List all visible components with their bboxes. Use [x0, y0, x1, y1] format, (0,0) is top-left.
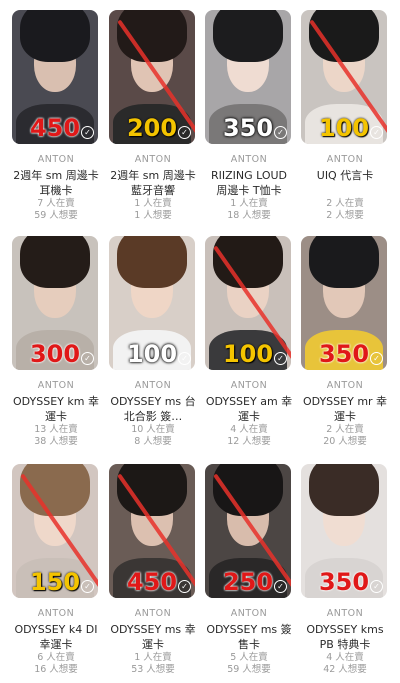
card-title[interactable]: ODYSSEY k4 DI 幸運卡 [12, 622, 100, 652]
for-sale-count: 6 人在賣 [37, 652, 75, 663]
photocard-image[interactable]: 350 ✓ [301, 236, 387, 370]
card-title[interactable]: RIIZING LOUD 周邊卡 T恤卡 [205, 168, 293, 198]
check-circle-icon[interactable]: ✓ [81, 352, 94, 365]
photocard-image[interactable]: 150 ✓ [12, 464, 98, 598]
card-title[interactable]: ODYSSEY ms 幸運卡 [109, 622, 197, 652]
for-sale-count: 13 人在賣 [34, 424, 78, 435]
artist-name: ANTON [326, 380, 364, 391]
check-circle-icon[interactable]: ✓ [370, 580, 383, 593]
wanted-count: 38 人想要 [34, 436, 78, 447]
card-title[interactable]: ODYSSEY ms 台北合影 簽… [109, 394, 197, 424]
photocard-image[interactable]: 100 ✓ [301, 10, 387, 144]
artist-name: ANTON [37, 154, 75, 165]
photocard-item[interactable]: 350 ✓ ANTON ODYSSEY kms PB 特典卡 4 人在賣 42 … [301, 464, 389, 676]
photocard-item[interactable]: 250 ✓ ANTON ODYSSEY ms 簽售卡 5 人在賣 59 人想要 [205, 464, 293, 676]
for-sale-count: 2 人在賣 [326, 424, 364, 435]
artist-name: ANTON [37, 380, 75, 391]
card-title[interactable]: ODYSSEY ms 簽售卡 [205, 622, 293, 652]
check-circle-icon[interactable]: ✓ [274, 352, 287, 365]
artist-name: ANTON [326, 154, 364, 165]
artist-name: ANTON [230, 608, 268, 619]
check-circle-icon[interactable]: ✓ [370, 352, 383, 365]
card-title[interactable]: UIQ 代言卡 [301, 168, 389, 198]
for-sale-count: 1 人在賣 [134, 652, 172, 663]
photocard-item[interactable]: 300 ✓ ANTON ODYSSEY km 幸運卡 13 人在賣 38 人想要 [12, 236, 100, 448]
card-title[interactable]: ODYSSEY km 幸運卡 [12, 394, 100, 424]
card-title[interactable]: 2週年 sm 周邊卡 藍牙音響 [109, 168, 197, 198]
check-circle-icon[interactable]: ✓ [370, 126, 383, 139]
photocard-item[interactable]: 200 ✓ ANTON 2週年 sm 周邊卡 藍牙音響 1 人在賣 1 人想要 [109, 10, 197, 222]
wanted-count: 2 人想要 [326, 210, 364, 221]
photocard-grid: 450 ✓ ANTON 2週年 sm 周邊卡 耳機卡 7 人在賣 59 人想要 … [0, 0, 400, 683]
check-circle-icon[interactable]: ✓ [178, 352, 191, 365]
for-sale-count: 4 人在賣 [326, 652, 364, 663]
photocard-image[interactable]: 350 ✓ [301, 464, 387, 598]
check-circle-icon[interactable]: ✓ [81, 126, 94, 139]
artist-name: ANTON [230, 154, 268, 165]
check-circle-icon[interactable]: ✓ [178, 126, 191, 139]
photocard-item[interactable]: 450 ✓ ANTON ODYSSEY ms 幸運卡 1 人在賣 53 人想要 [109, 464, 197, 676]
card-title[interactable]: ODYSSEY mr 幸運卡 [301, 394, 389, 424]
card-title[interactable]: ODYSSEY kms PB 特典卡 [301, 622, 389, 652]
photocard-image[interactable]: 250 ✓ [205, 464, 291, 598]
wanted-count: 8 人想要 [134, 436, 172, 447]
for-sale-count: 4 人在賣 [230, 424, 268, 435]
photocard-item[interactable]: 100 ✓ ANTON ODYSSEY ms 台北合影 簽… 10 人在賣 8 … [109, 236, 197, 448]
wanted-count: 20 人想要 [323, 436, 367, 447]
card-title[interactable]: 2週年 sm 周邊卡 耳機卡 [12, 168, 100, 198]
check-circle-icon[interactable]: ✓ [81, 580, 94, 593]
for-sale-count: 2 人在賣 [326, 198, 364, 209]
photocard-image[interactable]: 300 ✓ [12, 236, 98, 370]
photocard-image[interactable]: 450 ✓ [109, 464, 195, 598]
photocard-image[interactable]: 100 ✓ [205, 236, 291, 370]
for-sale-count: 10 人在賣 [131, 424, 175, 435]
artist-name: ANTON [134, 154, 172, 165]
artist-name: ANTON [326, 608, 364, 619]
for-sale-count: 1 人在賣 [134, 198, 172, 209]
photocard-image[interactable]: 350 ✓ [205, 10, 291, 144]
wanted-count: 53 人想要 [131, 664, 175, 675]
card-title[interactable]: ODYSSEY am 幸運卡 [205, 394, 293, 424]
artist-name: ANTON [134, 608, 172, 619]
wanted-count: 12 人想要 [227, 436, 271, 447]
wanted-count: 1 人想要 [134, 210, 172, 221]
wanted-count: 42 人想要 [323, 664, 367, 675]
wanted-count: 18 人想要 [227, 210, 271, 221]
for-sale-count: 5 人在賣 [230, 652, 268, 663]
for-sale-count: 1 人在賣 [230, 198, 268, 209]
photocard-image[interactable]: 450 ✓ [12, 10, 98, 144]
wanted-count: 59 人想要 [227, 664, 271, 675]
check-circle-icon[interactable]: ✓ [274, 580, 287, 593]
wanted-count: 59 人想要 [34, 210, 78, 221]
photocard-item[interactable]: 350 ✓ ANTON RIIZING LOUD 周邊卡 T恤卡 1 人在賣 1… [205, 10, 293, 222]
photocard-item[interactable]: 100 ✓ ANTON UIQ 代言卡 2 人在賣 2 人想要 [301, 10, 389, 222]
photocard-item[interactable]: 100 ✓ ANTON ODYSSEY am 幸運卡 4 人在賣 12 人想要 [205, 236, 293, 448]
check-circle-icon[interactable]: ✓ [178, 580, 191, 593]
artist-name: ANTON [134, 380, 172, 391]
photocard-item[interactable]: 350 ✓ ANTON ODYSSEY mr 幸運卡 2 人在賣 20 人想要 [301, 236, 389, 448]
for-sale-count: 7 人在賣 [37, 198, 75, 209]
photocard-item[interactable]: 450 ✓ ANTON 2週年 sm 周邊卡 耳機卡 7 人在賣 59 人想要 [12, 10, 100, 222]
photocard-item[interactable]: 150 ✓ ANTON ODYSSEY k4 DI 幸運卡 6 人在賣 16 人… [12, 464, 100, 676]
wanted-count: 16 人想要 [34, 664, 78, 675]
artist-name: ANTON [230, 380, 268, 391]
photocard-image[interactable]: 200 ✓ [109, 10, 195, 144]
artist-name: ANTON [37, 608, 75, 619]
photocard-image[interactable]: 100 ✓ [109, 236, 195, 370]
check-circle-icon[interactable]: ✓ [274, 126, 287, 139]
